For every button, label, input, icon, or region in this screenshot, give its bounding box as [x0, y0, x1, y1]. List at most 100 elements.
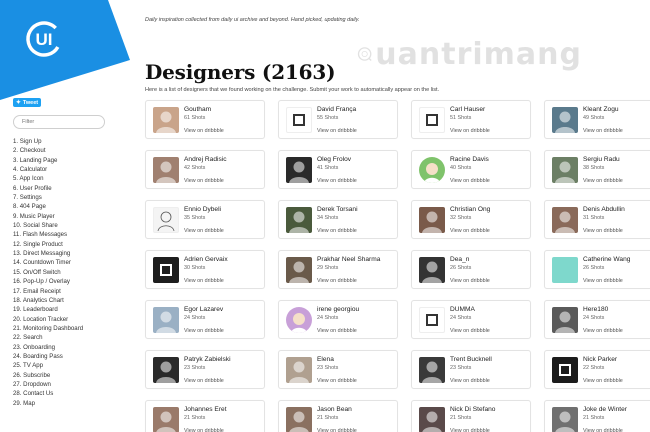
designer-name[interactable]: Denis Abdullin — [583, 206, 625, 213]
designer-card[interactable]: Nick Parker 22 Shots View on dribbble — [544, 350, 650, 389]
nav-item[interactable]: 24. Boarding Pass — [13, 352, 83, 361]
designer-card[interactable]: Jason Bean 21 Shots View on dribbble — [278, 400, 398, 432]
designer-card[interactable]: David França 55 Shots View on dribbble — [278, 100, 398, 139]
nav-item[interactable]: 16. Pop-Up / Overlay — [13, 277, 83, 286]
nav-item[interactable]: 10. Social Share — [13, 221, 83, 230]
designer-card[interactable]: Dea_n 26 Shots View on dribbble — [411, 250, 531, 289]
designer-name[interactable]: Here180 — [583, 306, 608, 313]
designer-name[interactable]: Dea_n — [450, 256, 469, 263]
nav-item[interactable]: 7. Settings — [13, 193, 83, 202]
designer-card[interactable]: Here180 24 Shots View on dribbble — [544, 300, 650, 339]
view-on-dribbble-link[interactable]: View on dribbble — [184, 328, 224, 334]
nav-item[interactable]: 21. Monitoring Dashboard — [13, 324, 83, 333]
nav-item[interactable]: 15. On/Off Switch — [13, 268, 83, 277]
view-on-dribbble-link[interactable]: View on dribbble — [184, 278, 224, 284]
nav-item[interactable]: 23. Onboarding — [13, 343, 83, 352]
view-on-dribbble-link[interactable]: View on dribbble — [184, 178, 224, 184]
view-on-dribbble-link[interactable]: View on dribbble — [450, 378, 490, 384]
view-on-dribbble-link[interactable]: View on dribbble — [317, 428, 357, 432]
designer-name[interactable]: Patryk Zabielski — [184, 356, 231, 363]
view-on-dribbble-link[interactable]: View on dribbble — [317, 128, 357, 134]
designer-name[interactable]: Prakhar Neel Sharma — [317, 256, 380, 263]
nav-item[interactable]: 8. 404 Page — [13, 202, 83, 211]
nav-item[interactable]: 13. Direct Messaging — [13, 249, 83, 258]
nav-item[interactable]: 14. Countdown Timer — [13, 258, 83, 267]
view-on-dribbble-link[interactable]: View on dribbble — [317, 278, 357, 284]
view-on-dribbble-link[interactable]: View on dribbble — [184, 228, 224, 234]
view-on-dribbble-link[interactable]: View on dribbble — [184, 428, 224, 432]
designer-card[interactable]: Racine Davis 40 Shots View on dribbble — [411, 150, 531, 189]
designer-card[interactable]: Oleg Frolov 41 Shots View on dribbble — [278, 150, 398, 189]
nav-item[interactable]: 9. Music Player — [13, 212, 83, 221]
designer-name[interactable]: Racine Davis — [450, 156, 489, 163]
designer-card[interactable]: Sergiu Radu 38 Shots View on dribbble — [544, 150, 650, 189]
view-on-dribbble-link[interactable]: View on dribbble — [317, 228, 357, 234]
brand-logo[interactable]: UI — [0, 0, 130, 100]
nav-item[interactable]: 18. Analytics Chart — [13, 296, 83, 305]
nav-item[interactable]: 20. Location Tracker — [13, 315, 83, 324]
designer-name[interactable]: Kleant Zogu — [583, 106, 619, 113]
nav-item[interactable]: 22. Search — [13, 333, 83, 342]
nav-item[interactable]: 1. Sign Up — [13, 137, 83, 146]
designer-card[interactable]: Ennio Dybeli 35 Shots View on dribbble — [145, 200, 265, 239]
view-on-dribbble-link[interactable]: View on dribbble — [317, 378, 357, 384]
designer-card[interactable]: Adrien Gervaix 30 Shots View on dribbble — [145, 250, 265, 289]
designer-name[interactable]: Carl Hauser — [450, 106, 485, 113]
nav-item[interactable]: 25. TV App — [13, 361, 83, 370]
view-on-dribbble-link[interactable]: View on dribbble — [583, 278, 623, 284]
nav-item[interactable]: 12. Single Product — [13, 240, 83, 249]
designer-name[interactable]: Sergiu Radu — [583, 156, 620, 163]
designer-card[interactable]: irene georgiou 24 Shots View on dribbble — [278, 300, 398, 339]
designer-name[interactable]: Adrien Gervaix — [184, 256, 228, 263]
designer-card[interactable]: Carl Hauser 51 Shots View on dribbble — [411, 100, 531, 139]
view-on-dribbble-link[interactable]: View on dribbble — [450, 428, 490, 432]
designer-card[interactable]: Elena 23 Shots View on dribbble — [278, 350, 398, 389]
designer-name[interactable]: Goutham — [184, 106, 211, 113]
designer-card[interactable]: Catherine Wang 26 Shots View on dribbble — [544, 250, 650, 289]
nav-item[interactable]: 3. Landing Page — [13, 156, 83, 165]
view-on-dribbble-link[interactable]: View on dribbble — [583, 328, 623, 334]
designer-name[interactable]: Jason Bean — [317, 406, 352, 413]
designer-card[interactable]: Patryk Zabielski 23 Shots View on dribbble — [145, 350, 265, 389]
nav-item[interactable]: 11. Flash Messages — [13, 230, 83, 239]
designer-card[interactable]: Christian Ong 32 Shots View on dribbble — [411, 200, 531, 239]
view-on-dribbble-link[interactable]: View on dribbble — [583, 178, 623, 184]
nav-item[interactable]: 26. Subscribe — [13, 371, 83, 380]
view-on-dribbble-link[interactable]: View on dribbble — [317, 328, 357, 334]
view-on-dribbble-link[interactable]: View on dribbble — [583, 428, 623, 432]
nav-item[interactable]: 27. Dropdown — [13, 380, 83, 389]
designer-name[interactable]: Derek Torsani — [317, 206, 358, 213]
designer-card[interactable]: Goutham 61 Shots View on dribbble — [145, 100, 265, 139]
designer-name[interactable]: Egor Lazarev — [184, 306, 223, 313]
designer-name[interactable]: Nick Parker — [583, 356, 617, 363]
view-on-dribbble-link[interactable]: View on dribbble — [184, 378, 224, 384]
view-on-dribbble-link[interactable]: View on dribbble — [450, 228, 490, 234]
designer-name[interactable]: Nick Di Stefano — [450, 406, 495, 413]
view-on-dribbble-link[interactable]: View on dribbble — [450, 328, 490, 334]
designer-name[interactable]: Elena — [317, 356, 334, 363]
designer-card[interactable]: Trent Bucknell 23 Shots View on dribbble — [411, 350, 531, 389]
designer-card[interactable]: Andrej Radisic 42 Shots View on dribbble — [145, 150, 265, 189]
designer-name[interactable]: DUMMA — [450, 306, 475, 313]
designer-name[interactable]: Oleg Frolov — [317, 156, 351, 163]
filter-input[interactable] — [13, 115, 105, 129]
view-on-dribbble-link[interactable]: View on dribbble — [583, 228, 623, 234]
designer-name[interactable]: David França — [317, 106, 356, 113]
designer-name[interactable]: Joke de Winter — [583, 406, 627, 413]
nav-item[interactable]: 4. Calculator — [13, 165, 83, 174]
view-on-dribbble-link[interactable]: View on dribbble — [450, 128, 490, 134]
nav-item[interactable]: 2. Checkout — [13, 146, 83, 155]
designer-card[interactable]: Denis Abdullin 31 Shots View on dribbble — [544, 200, 650, 239]
nav-item[interactable]: 29. Map — [13, 399, 83, 408]
nav-item[interactable]: 17. Email Receipt — [13, 287, 83, 296]
tweet-button[interactable]: ✦ Tweet — [13, 98, 41, 107]
designer-card[interactable]: Nick Di Stefano 21 Shots View on dribbble — [411, 400, 531, 432]
designer-name[interactable]: Johannes Eret — [184, 406, 227, 413]
designer-name[interactable]: Catherine Wang — [583, 256, 630, 263]
designer-card[interactable]: Derek Torsani 34 Shots View on dribbble — [278, 200, 398, 239]
designer-card[interactable]: Prakhar Neel Sharma 29 Shots View on dribb… — [278, 250, 398, 289]
nav-item[interactable]: 5. App Icon — [13, 174, 83, 183]
designer-name[interactable]: Trent Bucknell — [450, 356, 492, 363]
view-on-dribbble-link[interactable]: View on dribbble — [583, 128, 623, 134]
view-on-dribbble-link[interactable]: View on dribbble — [184, 128, 224, 134]
